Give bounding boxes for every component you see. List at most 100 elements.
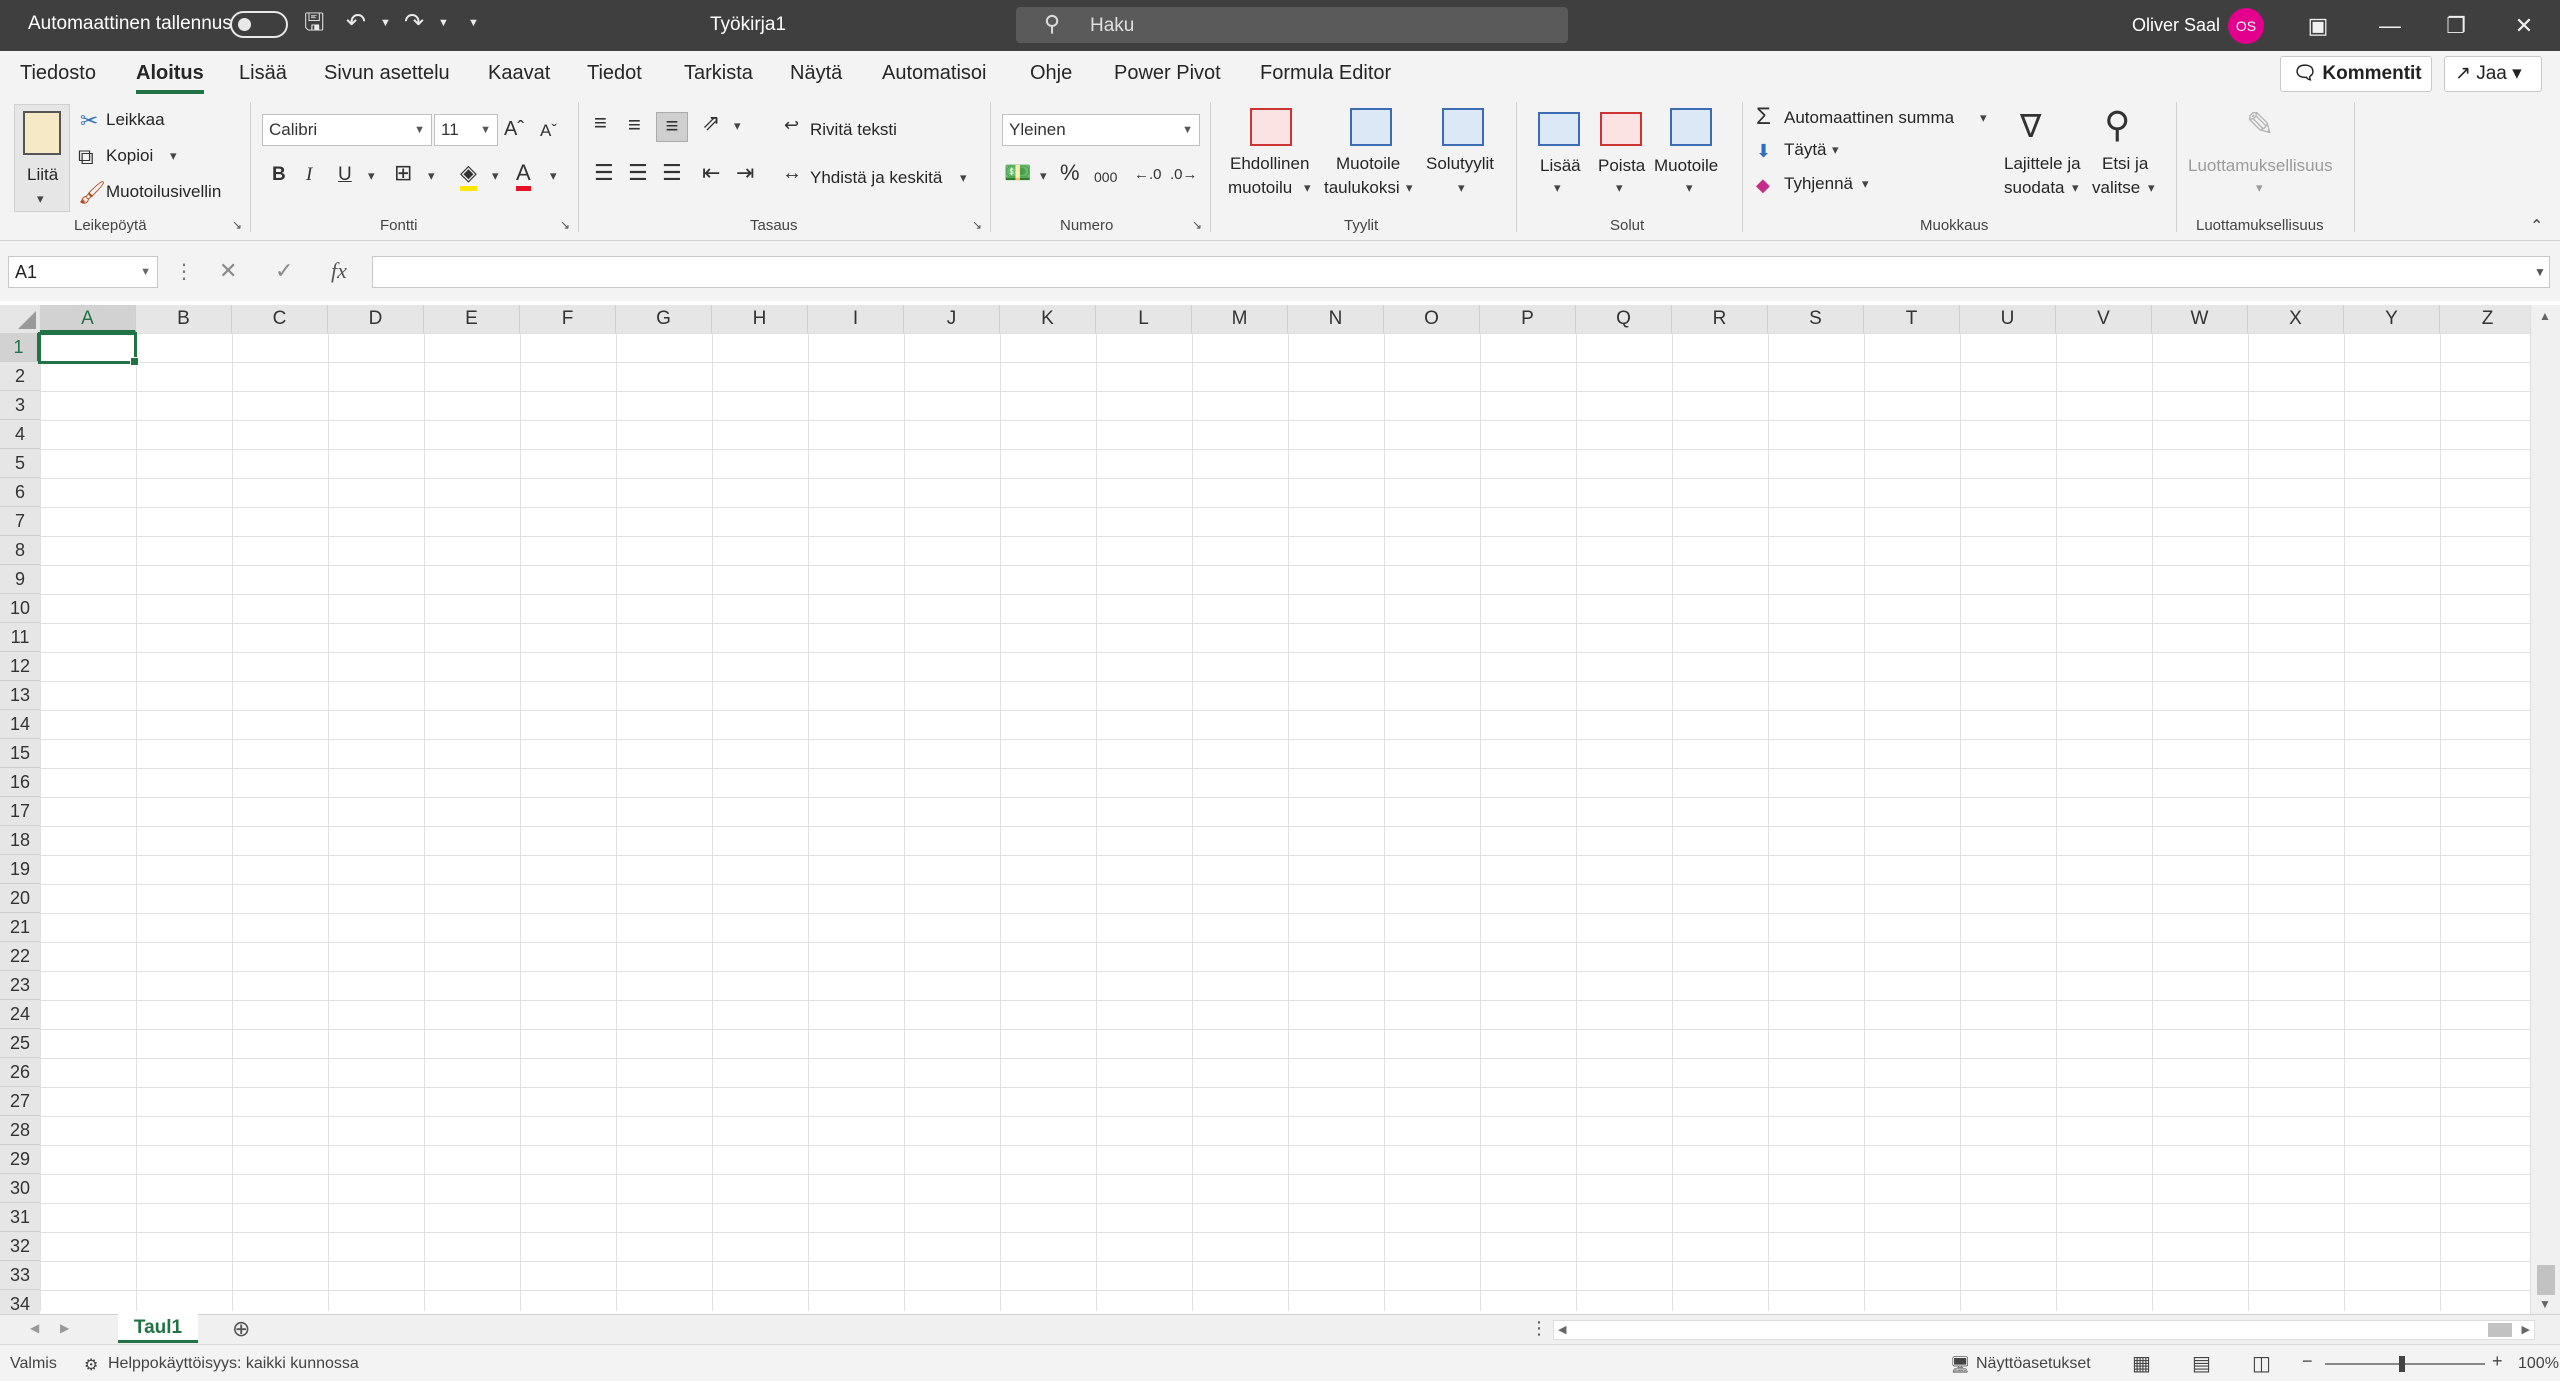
scroll-down-icon[interactable]: ▼ bbox=[2539, 1297, 2551, 1311]
column-header-g[interactable]: G bbox=[616, 305, 712, 333]
row-header-10[interactable]: 10 bbox=[0, 594, 40, 623]
prev-sheet-icon[interactable]: ◀ bbox=[30, 1321, 39, 1335]
delete-cells-button[interactable]: Poista bbox=[1598, 156, 1645, 176]
active-cell[interactable] bbox=[38, 332, 139, 366]
undo-dropdown-icon[interactable]: ▼ bbox=[380, 17, 391, 29]
tab-home[interactable]: Aloitus bbox=[136, 62, 204, 94]
insert-function-icon[interactable]: fx bbox=[331, 258, 347, 284]
expand-formula-bar-icon[interactable]: ▼ bbox=[2534, 265, 2546, 279]
search-box[interactable]: ⚲ Haku bbox=[1016, 7, 1568, 43]
row-header-25[interactable]: 25 bbox=[0, 1029, 40, 1058]
scroll-up-icon[interactable]: ▲ bbox=[2539, 309, 2551, 323]
customize-toolbar-icon[interactable]: ▼ bbox=[468, 17, 479, 29]
row-header-12[interactable]: 12 bbox=[0, 652, 40, 681]
conditional-formatting-icon[interactable] bbox=[1250, 108, 1292, 146]
cell-styles-button[interactable]: Solutyylit bbox=[1426, 154, 1494, 174]
row-header-20[interactable]: 20 bbox=[0, 884, 40, 913]
sheet-tab-taul1[interactable]: Taul1 bbox=[118, 1314, 198, 1343]
column-header-a[interactable]: A bbox=[40, 305, 136, 333]
sort-filter-icon[interactable]: ∇ bbox=[2020, 106, 2041, 146]
insert-cells-icon[interactable] bbox=[1538, 112, 1580, 146]
row-header-1[interactable]: 1 bbox=[0, 333, 40, 362]
row-header-33[interactable]: 33 bbox=[0, 1261, 40, 1290]
column-header-m[interactable]: M bbox=[1192, 305, 1288, 333]
add-sheet-icon[interactable]: ⊕ bbox=[232, 1316, 250, 1342]
row-header-23[interactable]: 23 bbox=[0, 971, 40, 1000]
fill-button[interactable]: Täytä bbox=[1784, 140, 1827, 160]
autosum-button[interactable]: Automaattinen summa bbox=[1784, 108, 1954, 128]
row-header-28[interactable]: 28 bbox=[0, 1116, 40, 1145]
chevron-down-icon[interactable]: ▾ bbox=[1458, 180, 1465, 196]
zoom-out-icon[interactable]: − bbox=[2302, 1351, 2313, 1372]
number-launcher-icon[interactable]: ↘ bbox=[1192, 218, 1202, 232]
sort-filter-label-1[interactable]: Lajittele ja bbox=[2004, 154, 2081, 174]
restore-icon[interactable]: ❐ bbox=[2426, 8, 2486, 44]
number-format-select[interactable]: Yleinen ▼ bbox=[1002, 114, 1200, 146]
bold-button[interactable]: B bbox=[272, 162, 286, 188]
tab-formula-editor[interactable]: Formula Editor bbox=[1260, 62, 1391, 85]
row-header-34[interactable]: 34 bbox=[0, 1290, 40, 1314]
row-header-3[interactable]: 3 bbox=[0, 391, 40, 420]
row-header-2[interactable]: 2 bbox=[0, 362, 40, 391]
tab-review[interactable]: Tarkista bbox=[684, 62, 753, 85]
autosave-toggle[interactable] bbox=[230, 11, 288, 38]
copy-dropdown-icon[interactable]: ▾ bbox=[170, 148, 177, 164]
currency-dropdown-icon[interactable]: ▾ bbox=[1040, 168, 1047, 184]
format-as-table-icon[interactable] bbox=[1350, 108, 1392, 146]
chevron-down-icon[interactable]: ▾ bbox=[2072, 180, 2079, 196]
avatar[interactable]: OS bbox=[2228, 8, 2264, 44]
orientation-icon[interactable]: ⇗ bbox=[702, 110, 720, 136]
column-header-u[interactable]: U bbox=[1960, 305, 2056, 333]
vertical-scrollbar[interactable]: ▲ ▼ bbox=[2530, 305, 2560, 1314]
column-header-x[interactable]: X bbox=[2248, 305, 2344, 333]
more-options-icon[interactable]: ⋮ bbox=[174, 259, 194, 284]
column-header-r[interactable]: R bbox=[1672, 305, 1768, 333]
copy-button[interactable]: Kopioi bbox=[106, 146, 153, 166]
merge-center-dropdown-icon[interactable]: ▾ bbox=[960, 170, 967, 186]
column-header-z[interactable]: Z bbox=[2440, 305, 2536, 333]
row-header-32[interactable]: 32 bbox=[0, 1232, 40, 1261]
chevron-down-icon[interactable]: ▾ bbox=[1832, 142, 1839, 158]
row-header-9[interactable]: 9 bbox=[0, 565, 40, 594]
accessibility-status[interactable]: Helppokäyttöisyys: kaikki kunnossa bbox=[108, 1355, 359, 1373]
formula-input[interactable] bbox=[372, 256, 2550, 288]
align-left-icon[interactable]: ☰ bbox=[594, 160, 614, 186]
chevron-down-icon[interactable]: ▾ bbox=[2148, 180, 2155, 196]
row-header-18[interactable]: 18 bbox=[0, 826, 40, 855]
row-header-26[interactable]: 26 bbox=[0, 1058, 40, 1087]
decrease-decimal-icon[interactable]: .0→ bbox=[1170, 162, 1198, 188]
row-header-11[interactable]: 11 bbox=[0, 623, 40, 652]
next-sheet-icon[interactable]: ▶ bbox=[60, 1321, 69, 1335]
fill-color-dropdown-icon[interactable]: ▾ bbox=[492, 168, 499, 184]
clear-button[interactable]: Tyhjennä bbox=[1784, 174, 1853, 194]
cancel-icon[interactable]: ✕ bbox=[219, 258, 237, 284]
align-bottom-icon[interactable]: ≡ bbox=[656, 112, 688, 142]
chevron-down-icon[interactable]: ▾ bbox=[1862, 176, 1869, 192]
undo-icon[interactable]: ↶ bbox=[346, 8, 366, 38]
column-header-k[interactable]: K bbox=[1000, 305, 1096, 333]
wrap-text-icon[interactable]: ↩ bbox=[784, 112, 799, 138]
more-options-icon[interactable]: ⋮ bbox=[1530, 1318, 1548, 1339]
column-header-s[interactable]: S bbox=[1768, 305, 1864, 333]
merge-center-button[interactable]: Yhdistä ja keskitä bbox=[810, 168, 942, 188]
column-header-b[interactable]: B bbox=[136, 305, 232, 333]
chevron-down-icon[interactable]: ▾ bbox=[1616, 180, 1623, 196]
accessibility-icon[interactable]: ⚙ bbox=[84, 1355, 98, 1375]
scroll-thumb[interactable] bbox=[2537, 1265, 2555, 1295]
align-center-icon[interactable]: ☰ bbox=[628, 160, 648, 186]
collapse-ribbon-icon[interactable]: ⌃ bbox=[2530, 216, 2543, 236]
conditional-formatting-label-2[interactable]: muotoilu bbox=[1228, 178, 1292, 198]
font-name-select[interactable]: Calibri ▼ bbox=[262, 114, 432, 146]
format-painter-button[interactable]: Muotoilusivellin bbox=[106, 182, 221, 202]
tab-page-layout[interactable]: Sivun asettelu bbox=[324, 62, 450, 85]
font-color-icon[interactable]: A bbox=[516, 160, 531, 191]
find-select-label-2[interactable]: valitse bbox=[2092, 178, 2140, 198]
tab-file[interactable]: Tiedosto bbox=[20, 62, 96, 85]
tab-help[interactable]: Ohje bbox=[1030, 62, 1072, 85]
cell-styles-icon[interactable] bbox=[1442, 108, 1484, 146]
percent-button[interactable]: % bbox=[1060, 160, 1080, 186]
row-header-13[interactable]: 13 bbox=[0, 681, 40, 710]
currency-icon[interactable]: 💵 bbox=[1004, 160, 1031, 186]
paste-button[interactable]: Liitä ▾ bbox=[14, 104, 70, 212]
name-box[interactable]: A1 ▼ bbox=[8, 256, 158, 288]
